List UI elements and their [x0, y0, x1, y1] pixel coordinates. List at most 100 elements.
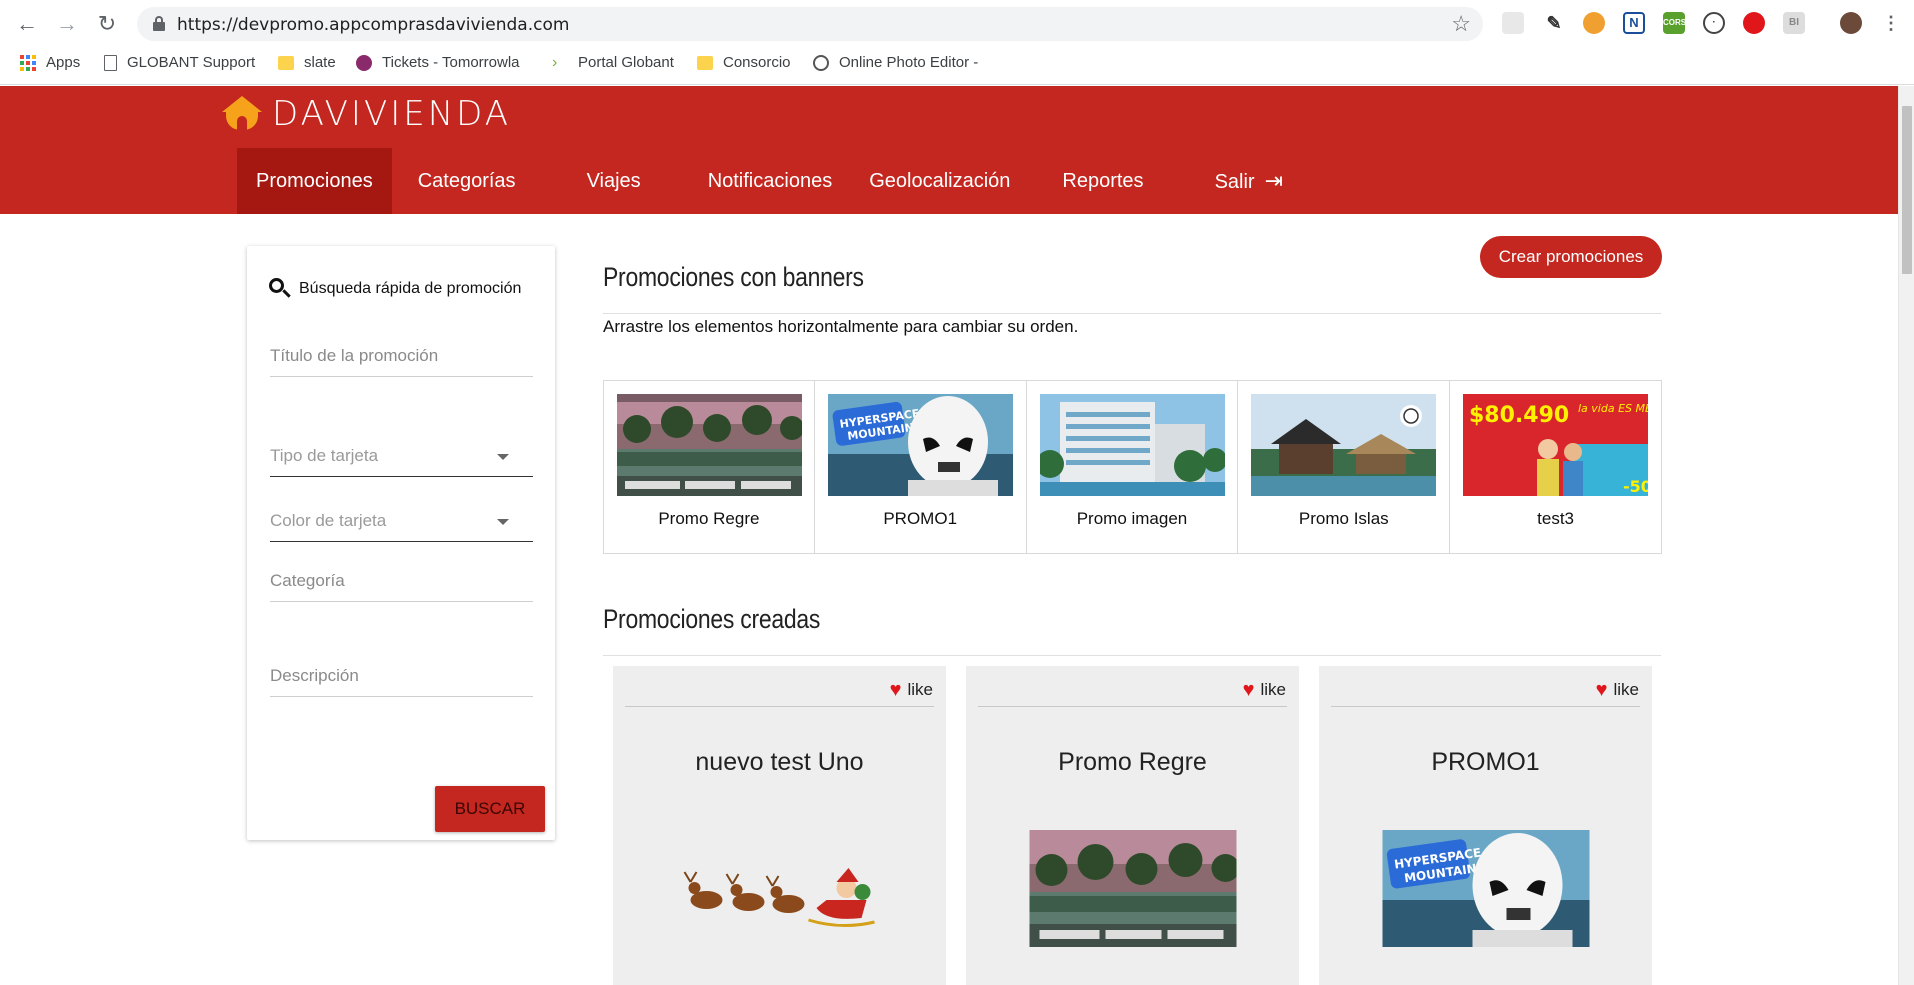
banner-item[interactable]: HYPERSPACE MOUNTAIN PROMO1 — [814, 380, 1027, 554]
url-text[interactable]: https://devpromo.appcomprasdavivienda.co… — [177, 15, 569, 35]
bookmark-apps[interactable]: Apps — [20, 54, 80, 71]
travel-ad-image: $80.490 la vida ES MEJOR viajando -50 — [1463, 394, 1649, 496]
page-icon — [104, 54, 117, 71]
nav-categorias[interactable]: Categorías — [392, 148, 572, 214]
resort-pool-image — [1029, 830, 1236, 947]
opera-extension-icon[interactable] — [1743, 12, 1765, 34]
bookmark-label: slate — [304, 54, 336, 71]
section-divider — [603, 313, 1661, 314]
avatar-extension-icon[interactable] — [1583, 12, 1605, 34]
bookmark-label: Tickets - Tomorrowla — [382, 54, 520, 71]
bookmark-label: Portal Globant — [578, 54, 674, 71]
banners-section-title: Promociones con banners — [603, 262, 864, 292]
drag-helper-text: Arrastre los elementos horizontalmente p… — [603, 317, 1079, 336]
nav-viajes[interactable]: Viajes — [572, 148, 678, 214]
cors-extension-icon[interactable]: CORS — [1663, 12, 1686, 34]
like-button[interactable]: ♥ like — [1243, 680, 1286, 700]
bookmark-tickets[interactable]: Tickets - Tomorrowla — [356, 54, 520, 71]
color-tarjeta-select[interactable]: Color de tarjeta — [270, 511, 533, 542]
profile-avatar[interactable] — [1840, 12, 1862, 34]
buscar-button[interactable]: BUSCAR — [435, 786, 545, 832]
search-panel: Búsqueda rápida de promoción Título de l… — [247, 246, 555, 840]
hotel-building-image — [1039, 394, 1225, 496]
section-divider — [603, 655, 1661, 656]
search-icon — [269, 278, 291, 300]
bookmarks-bar: Apps GLOBANT Support slate Tickets - Tom… — [0, 48, 1914, 80]
promotion-card[interactable]: ♥ like PROMO1 HYPERSPACE MOUNTAIN — [1319, 666, 1652, 985]
ad-price: $80.490 — [1469, 403, 1569, 428]
banner-item[interactable]: Promo Regre — [603, 380, 815, 554]
forward-icon[interactable]: → — [52, 10, 82, 38]
heart-icon: ♥ — [1595, 679, 1608, 701]
nav-promociones[interactable]: Promociones — [237, 148, 392, 214]
eyedropper-extension-icon[interactable]: ✎ — [1543, 12, 1565, 34]
ad-slogan: la vida ES MEJOR viajando — [1578, 402, 1648, 415]
descripcion-input[interactable]: Descripción — [270, 666, 533, 697]
created-section-title: Promociones creadas — [603, 604, 821, 634]
aperture-icon — [813, 54, 829, 71]
banner-label: Promo Regre — [658, 509, 760, 528]
like-button[interactable]: ♥ like — [1596, 680, 1639, 700]
main-nav: Promociones Categorías Viajes Notificaci… — [237, 148, 1302, 214]
nav-notificaciones[interactable]: Notificaciones — [678, 148, 852, 214]
scrollbar-thumb[interactable] — [1902, 106, 1912, 274]
bookmark-label: GLOBANT Support — [127, 54, 256, 71]
tipo-tarjeta-select[interactable]: Tipo de tarjeta — [270, 446, 533, 477]
svg-text:-50: -50 — [1623, 477, 1648, 496]
banner-label: Promo imagen — [1076, 509, 1188, 528]
apps-grid-icon — [20, 54, 36, 71]
page-content: DAVIVIENDA Promociones Categorías Viajes… — [0, 86, 1898, 985]
card-title: PROMO1 — [1431, 748, 1540, 776]
card-title: nuevo test Uno — [695, 748, 864, 776]
nav-geolocalizacion[interactable]: Geolocalización — [851, 148, 1039, 214]
banner-label: Promo Islas — [1298, 509, 1389, 528]
categoria-input[interactable]: Categoría — [270, 571, 533, 602]
bookmark-consorcio[interactable]: Consorcio — [697, 54, 791, 71]
back-icon[interactable]: ← — [12, 10, 42, 38]
island-house-image — [1251, 394, 1437, 496]
promotion-card[interactable]: ♥ like nuevo test Uno — [613, 666, 946, 985]
banner-item[interactable]: $80.490 la vida ES MEJOR viajando -50 te… — [1450, 380, 1662, 554]
nav-reportes[interactable]: Reportes — [1039, 148, 1204, 214]
n-extension-icon[interactable]: N — [1623, 12, 1645, 34]
resort-pool-image — [617, 394, 802, 496]
bookmark-label: Consorcio — [723, 54, 791, 71]
address-bar[interactable]: https://devpromo.appcomprasdavivienda.co… — [137, 7, 1483, 41]
dropdown-caret-icon — [497, 454, 509, 460]
page-scrollbar[interactable] — [1898, 86, 1914, 985]
heart-icon: ♥ — [1242, 679, 1255, 701]
davivienda-logo[interactable]: DAVIVIENDA — [222, 94, 511, 134]
titulo-input[interactable]: Título de la promoción — [270, 346, 533, 377]
card-divider — [1331, 706, 1640, 707]
stormtrooper-image: HYPERSPACE MOUNTAIN — [827, 394, 1013, 496]
like-button[interactable]: ♥ like — [890, 680, 933, 700]
bookmark-star-icon[interactable]: ☆ — [1451, 11, 1471, 37]
card-divider — [625, 706, 934, 707]
code-extension-icon[interactable]: · — [1703, 12, 1725, 34]
folder-icon — [278, 55, 294, 70]
crear-promociones-button[interactable]: Crear promociones — [1480, 236, 1662, 278]
browser-chrome: ← → ↻ https://devpromo.appcomprasdavivie… — [0, 0, 1914, 85]
nav-salir[interactable]: Salir ⇥ — [1205, 148, 1302, 214]
bookmark-label: Online Photo Editor - — [839, 54, 979, 71]
banner-item[interactable]: Promo Islas — [1238, 380, 1451, 554]
house-logo-icon — [222, 96, 262, 132]
bookmark-label: Apps — [46, 54, 81, 71]
dropdown-caret-icon — [497, 519, 509, 525]
heart-icon: ♥ — [889, 679, 902, 701]
bookmark-photo-editor[interactable]: Online Photo Editor - — [813, 54, 978, 71]
card-title: Promo Regre — [1058, 748, 1207, 776]
menu-dots-icon[interactable]: ⋮ — [1880, 12, 1902, 34]
bookmark-globant-support[interactable]: GLOBANT Support — [104, 54, 255, 71]
banner-list: Promo Regre HYPERSPACE MOUNTAIN PROMO1 P… — [603, 380, 1662, 554]
reload-icon[interactable]: ↻ — [92, 10, 122, 38]
bookmark-portal-globant[interactable]: › Portal Globant — [552, 54, 674, 71]
bookmark-slate[interactable]: slate — [278, 54, 336, 71]
banner-label: test3 — [1537, 509, 1575, 528]
bi-extension-icon[interactable]: BI — [1783, 12, 1805, 34]
site-header: DAVIVIENDA Promociones Categorías Viajes… — [0, 86, 1898, 214]
promotion-card[interactable]: ♥ like Promo Regre — [966, 666, 1299, 985]
extension-icon[interactable] — [1502, 12, 1524, 34]
card-divider — [978, 706, 1287, 707]
banner-item[interactable]: Promo imagen — [1026, 380, 1239, 554]
